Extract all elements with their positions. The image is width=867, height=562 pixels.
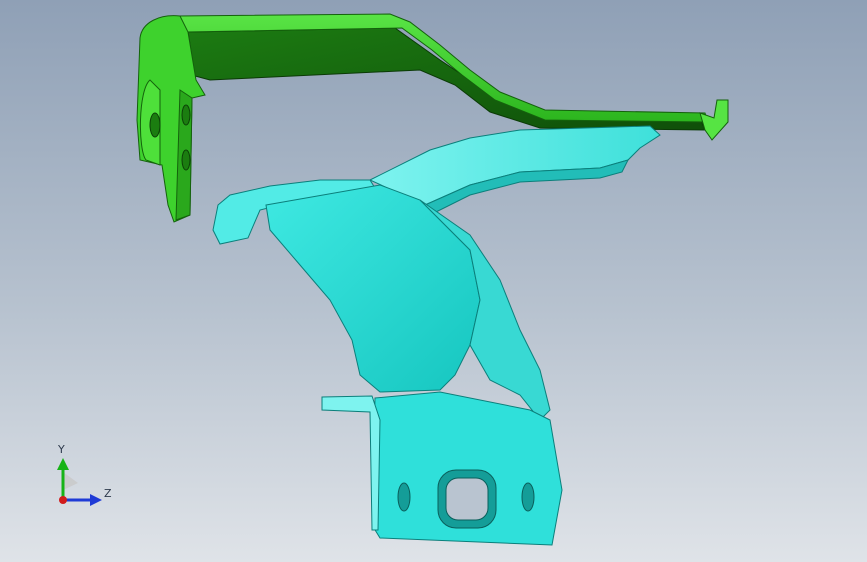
x-axis-origin-icon <box>59 496 67 504</box>
triad-plane-icon <box>63 472 78 490</box>
z-axis-label: Z <box>104 487 112 500</box>
lower-bracket-part[interactable] <box>212 125 661 546</box>
z-axis-arrow-icon <box>90 494 102 506</box>
y-axis-label: Y <box>58 443 65 456</box>
axis-triad <box>57 458 102 506</box>
cad-viewport[interactable]: Y Z <box>0 0 867 562</box>
y-axis-arrow-icon <box>57 458 69 470</box>
model-canvas[interactable] <box>0 0 867 562</box>
